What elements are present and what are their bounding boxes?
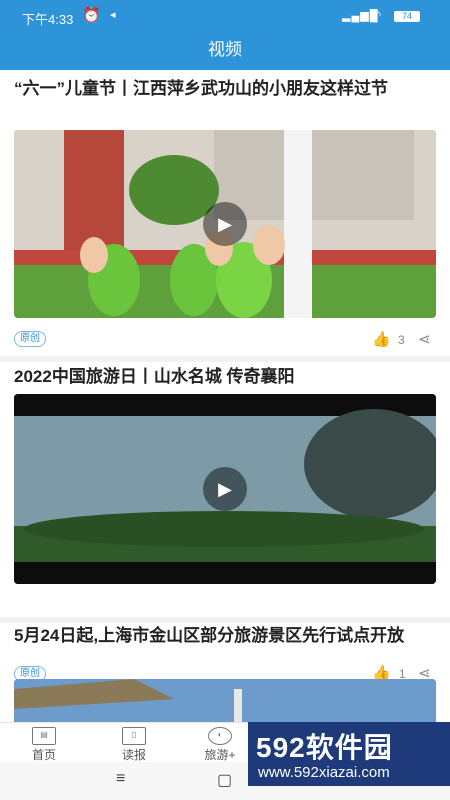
play-icon[interactable]: ▶ [203,202,247,246]
video-title[interactable]: 5月24日起,上海市金山区部分旅游景区先行试点开放 [14,624,436,648]
wifi-icon: ◠ [370,7,382,22]
video-thumbnail[interactable]: ▶ [14,130,436,318]
share-icon[interactable]: ⋖ [418,330,431,348]
nav-read-paper[interactable]: ▯ 读报 [104,725,164,763]
like-icon[interactable]: 👍 [372,330,391,348]
video-feed[interactable]: “六一”儿童节丨江西萍乡武功山的小朋友这样过节 ▶ 原创 👍 3 ⋖ 2022中… [0,70,450,722]
like-count: 3 [398,333,405,347]
location-icon: ◂ [110,9,116,21]
video-title[interactable]: 2022中国旅游日丨山水名城 传奇襄阳 [14,365,436,389]
video-card[interactable]: 5月24日起,上海市金山区部分旅游景区先行试点开放 [0,623,450,722]
video-card[interactable]: 2022中国旅游日丨山水名城 传奇襄阳 ▶ 原创 👍 1 ⋖ [0,362,450,682]
play-icon[interactable]: ▶ [203,467,247,511]
menu-icon[interactable]: ≡ [116,770,125,788]
newspaper-icon: ▯ [122,727,146,745]
video-thumbnail[interactable] [14,679,436,722]
video-card[interactable]: “六一”儿童节丨江西萍乡武功山的小朋友这样过节 ▶ 原创 👍 3 ⋖ [0,70,450,360]
travel-icon: ◐ [208,727,232,745]
nav-read-paper-label: 读报 [121,748,146,762]
nav-home[interactable]: ▤ 首页 [14,725,74,763]
watermark-title: 592软件园 [256,732,393,763]
status-bar: 下午4:33 ⏰ ◂ ▂▄▆█ ◠ 74 [0,0,450,32]
home-square-icon[interactable]: ▢ [217,770,232,790]
watermark-url: www.592xiazai.com [258,764,390,781]
nav-travel-plus[interactable]: ◐ 旅游+ [190,725,250,763]
alarm-icon: ⏰ [82,7,101,24]
status-time: 下午4:33 [22,12,74,27]
home-icon: ▤ [32,727,56,745]
original-tag: 原创 [14,331,46,347]
video-thumbnail[interactable]: ▶ [14,394,436,584]
nav-travel-plus-label: 旅游+ [204,748,236,762]
video-thumbnail-image [14,679,436,722]
watermark-logo: 592软件园 www.592xiazai.com [248,722,450,786]
page-title: 视频 [0,32,450,70]
battery-icon: 74 [394,11,420,22]
video-title[interactable]: “六一”儿童节丨江西萍乡武功山的小朋友这样过节 [14,77,436,101]
nav-home-label: 首页 [31,748,56,762]
